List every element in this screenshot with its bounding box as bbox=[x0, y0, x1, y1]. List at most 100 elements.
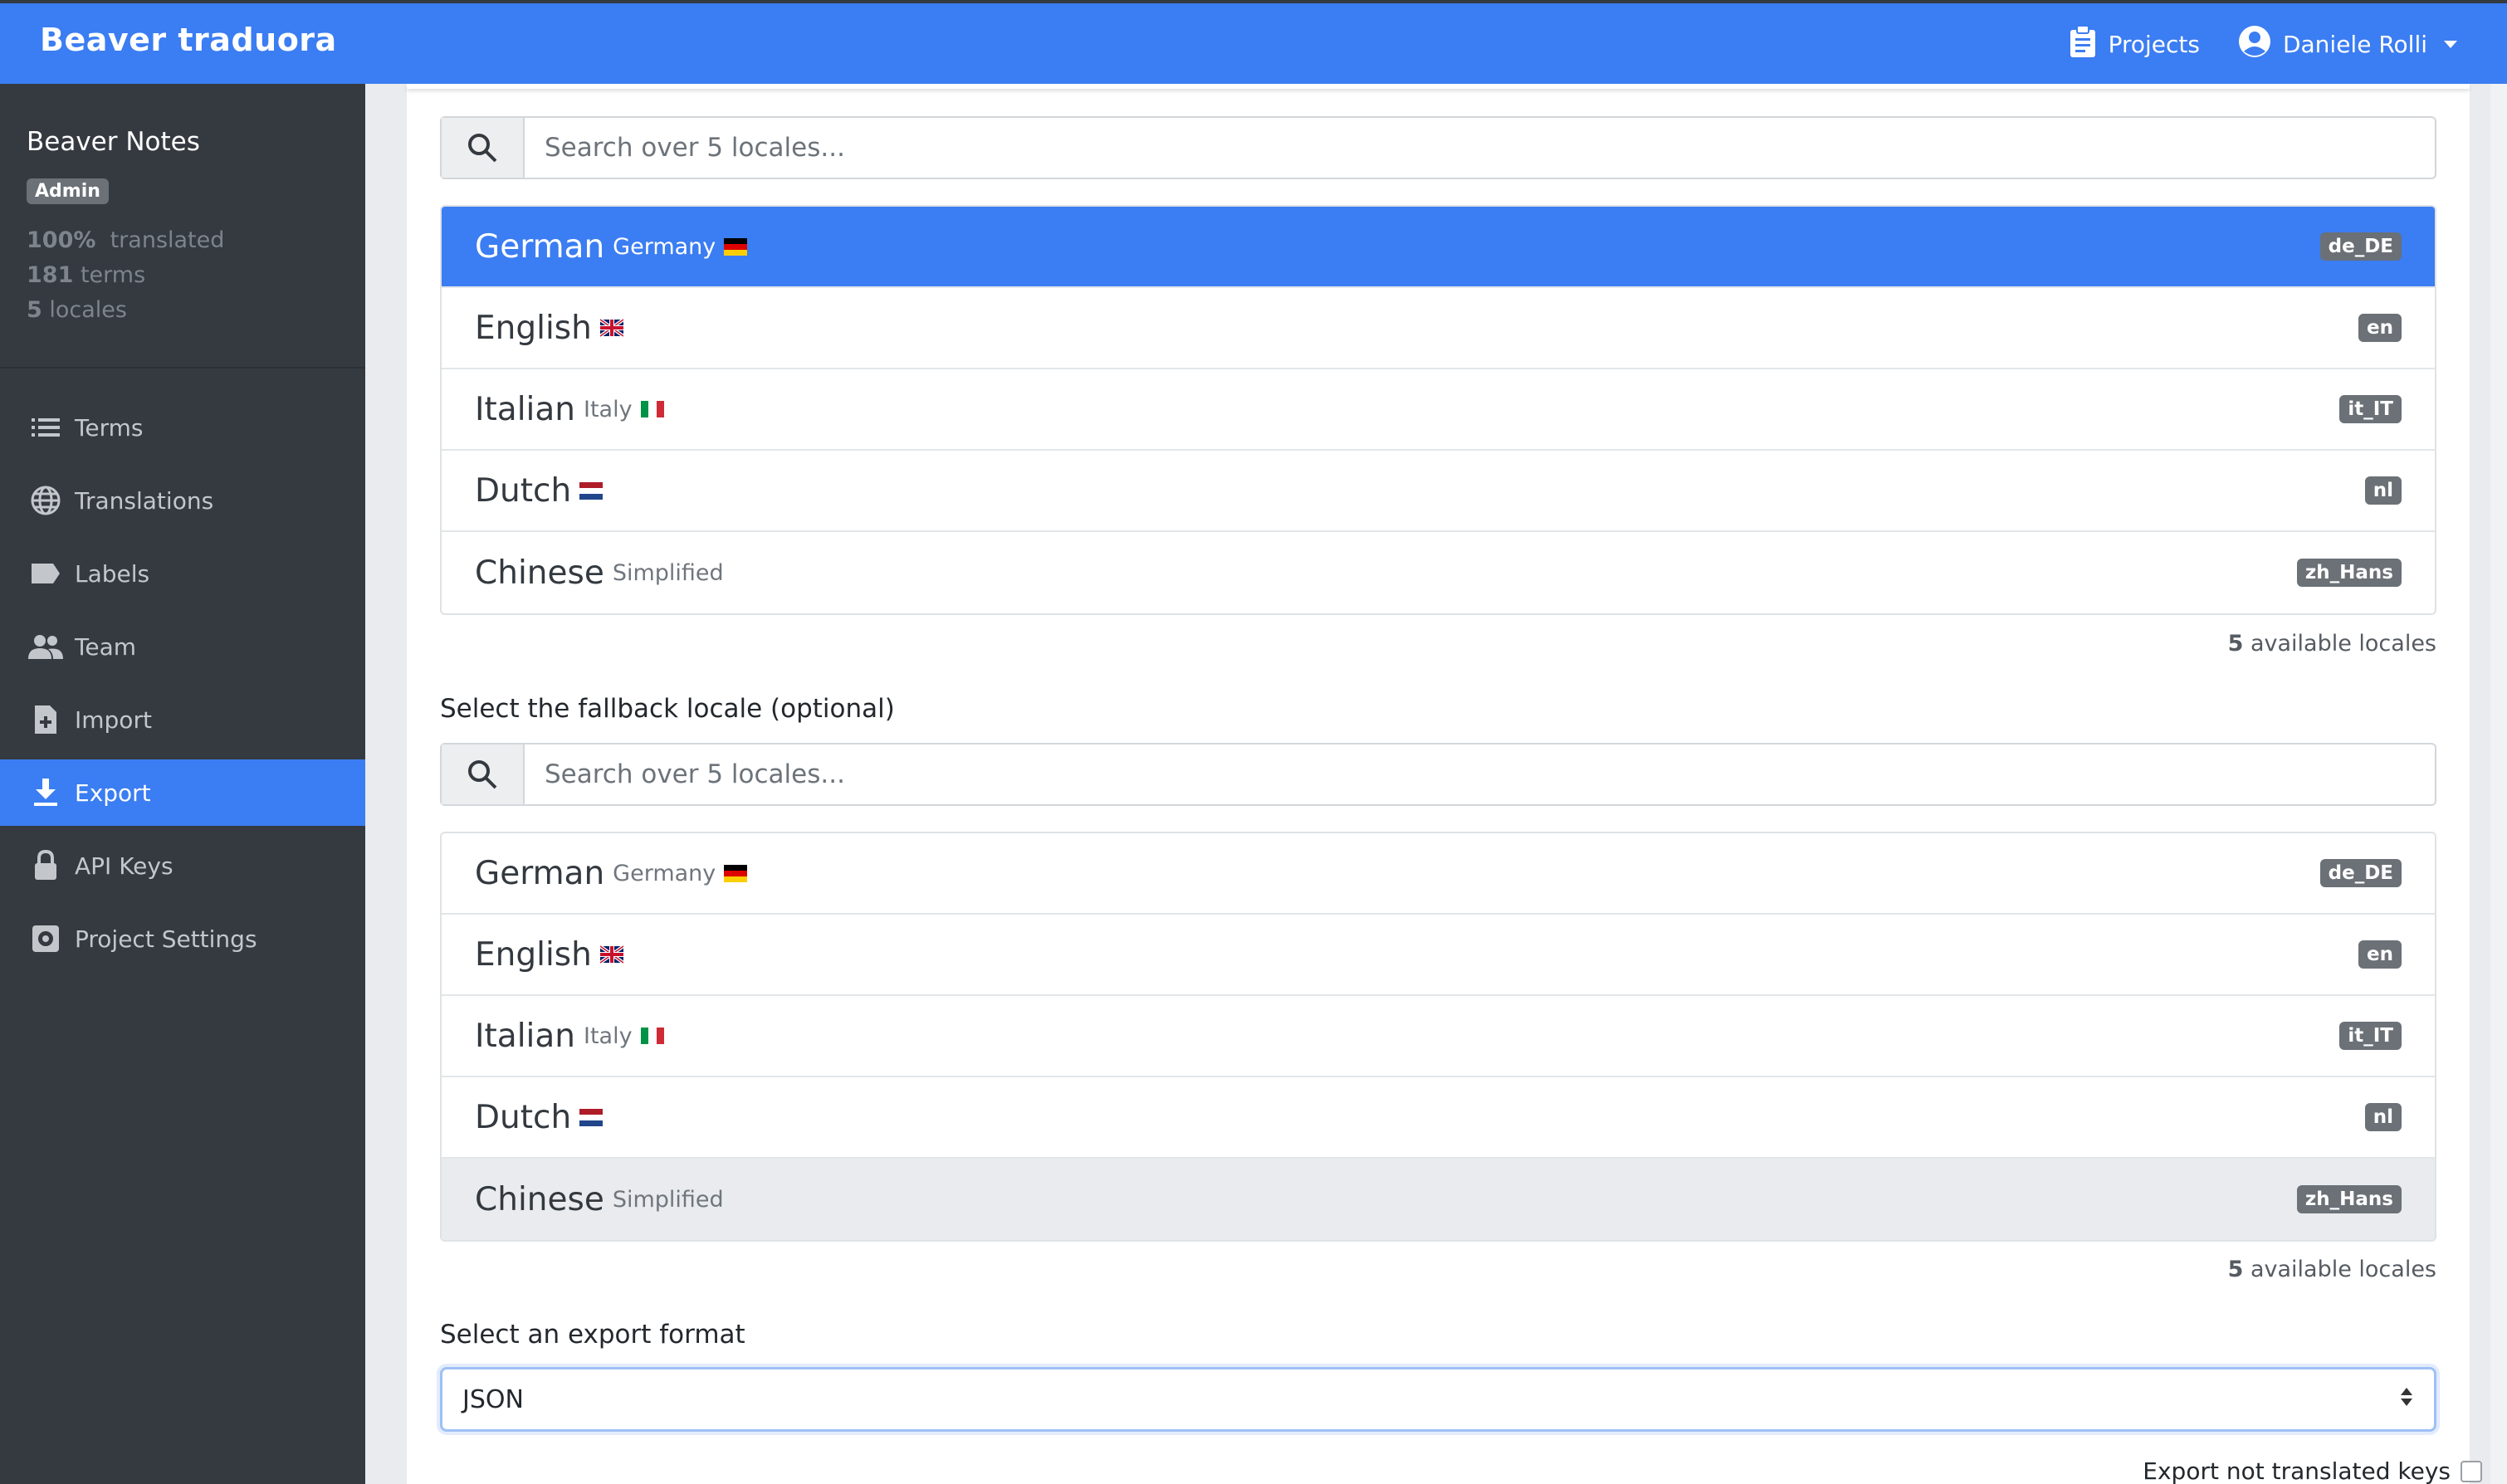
terms-value: 181 bbox=[27, 262, 74, 288]
fallback-row-nl[interactable]: Dutch nl bbox=[442, 1077, 2435, 1159]
fallback-available-count: 5 available locales bbox=[2228, 1257, 2436, 1282]
sidebar-item-label: Import bbox=[75, 705, 152, 734]
locale-region: Germany bbox=[613, 233, 716, 260]
sidebar-item-api-keys[interactable]: API Keys bbox=[0, 832, 365, 899]
sidebar-item-import[interactable]: Import bbox=[0, 686, 365, 753]
fallback-search-input[interactable] bbox=[525, 744, 2435, 804]
available-label: available locales bbox=[2250, 631, 2436, 657]
locale-code-badge: en bbox=[2358, 940, 2402, 969]
locale-region: Italy bbox=[583, 1023, 633, 1049]
nl-flag-icon bbox=[579, 1106, 604, 1129]
role-badge: Admin bbox=[27, 178, 109, 204]
locale-region: Simplified bbox=[612, 1186, 724, 1213]
people-icon bbox=[28, 629, 63, 664]
lock-icon bbox=[28, 848, 63, 883]
de-flag-icon bbox=[724, 862, 748, 885]
sidebar-item-label: Export bbox=[75, 779, 151, 807]
locale-row-zh-hans[interactable]: Chinese Simplified zh_Hans bbox=[442, 532, 2435, 613]
available-label: available locales bbox=[2250, 1257, 2436, 1282]
locale-code-badge: en bbox=[2358, 314, 2402, 342]
sidebar-item-export[interactable]: Export bbox=[0, 759, 365, 826]
locale-row-it-it[interactable]: Italian Italy it_IT bbox=[442, 369, 2435, 451]
sidebar-nav: Terms Translations Labels Team Import Ex… bbox=[0, 394, 365, 979]
locale-language: English bbox=[475, 935, 592, 974]
gb-flag-icon bbox=[599, 943, 624, 966]
top-navbar: Beaver traduora Projects Daniele Rolli bbox=[0, 0, 2507, 84]
locales-label: locales bbox=[49, 297, 127, 323]
locale-region: Italy bbox=[583, 396, 633, 422]
locale-language: Dutch bbox=[475, 1098, 572, 1136]
projects-link[interactable]: Projects bbox=[2069, 25, 2200, 64]
it-flag-icon bbox=[640, 398, 664, 421]
user-name: Daniele Rolli bbox=[2282, 31, 2427, 58]
sidebar: Beaver Notes Admin 100% translated 181 t… bbox=[0, 84, 365, 1484]
project-stats: 100% translated 181 terms 5 locales bbox=[27, 223, 224, 328]
locale-code-badge: nl bbox=[2364, 1103, 2402, 1131]
card-divider bbox=[407, 84, 2470, 89]
sidebar-item-label: API Keys bbox=[75, 852, 173, 880]
locale-language: German bbox=[475, 854, 605, 892]
sidebar-item-terms[interactable]: Terms bbox=[0, 394, 365, 461]
fallback-row-it-it[interactable]: Italian Italy it_IT bbox=[442, 996, 2435, 1077]
user-avatar-icon bbox=[2238, 25, 2271, 64]
locale-language: English bbox=[475, 309, 592, 347]
it-flag-icon bbox=[640, 1024, 664, 1047]
fallback-row-en[interactable]: English en bbox=[442, 915, 2435, 996]
gb-flag-icon bbox=[599, 316, 624, 339]
sidebar-item-team[interactable]: Team bbox=[0, 613, 365, 680]
fallback-row-de-de[interactable]: German Germany de_DE bbox=[442, 833, 2435, 915]
locale-region: Germany bbox=[613, 860, 716, 886]
fallback-locale-list: German Germany de_DE English en Italian … bbox=[440, 832, 2436, 1242]
top-right-menu: Projects Daniele Rolli bbox=[2069, 25, 2457, 64]
locale-region: Simplified bbox=[612, 559, 724, 586]
locale-code-badge: it_IT bbox=[2339, 395, 2402, 423]
tag-icon bbox=[28, 556, 63, 591]
projects-label: Projects bbox=[2108, 31, 2200, 58]
fallback-row-zh-hans[interactable]: Chinese Simplified zh_Hans bbox=[442, 1159, 2435, 1240]
locale-search-input[interactable] bbox=[525, 118, 2435, 178]
nl-flag-icon bbox=[579, 479, 604, 502]
export-untranslated-checkbox[interactable] bbox=[2461, 1460, 2482, 1482]
scrollbar[interactable] bbox=[2490, 84, 2507, 1484]
locale-language: Italian bbox=[475, 390, 575, 428]
terms-label: terms bbox=[80, 262, 146, 288]
export-untranslated-label: Export not translated keys bbox=[2143, 1457, 2451, 1484]
locale-language: Chinese bbox=[475, 1180, 604, 1218]
export-format-value: JSON bbox=[462, 1384, 524, 1414]
sidebar-item-project-settings[interactable]: Project Settings bbox=[0, 906, 365, 972]
globe-icon bbox=[28, 483, 63, 518]
list-icon bbox=[28, 410, 63, 445]
locale-language: Italian bbox=[475, 1017, 575, 1055]
locale-row-en[interactable]: English en bbox=[442, 288, 2435, 369]
sidebar-item-labels[interactable]: Labels bbox=[0, 540, 365, 607]
download-icon bbox=[28, 775, 63, 810]
locale-code-badge: zh_Hans bbox=[2296, 1185, 2402, 1213]
sidebar-item-label: Project Settings bbox=[75, 925, 257, 953]
available-locales-count: 5 available locales bbox=[2228, 631, 2436, 657]
sidebar-divider bbox=[0, 367, 365, 369]
select-arrows-icon bbox=[2401, 1388, 2412, 1406]
export-format-label: Select an export format bbox=[440, 1320, 745, 1350]
locale-search bbox=[440, 116, 2436, 179]
search-icon bbox=[442, 118, 525, 178]
brand-title[interactable]: Beaver traduora bbox=[40, 22, 337, 58]
export-format-select[interactable]: JSON bbox=[440, 1367, 2436, 1432]
search-icon bbox=[442, 744, 525, 804]
sidebar-item-translations[interactable]: Translations bbox=[0, 467, 365, 534]
locale-list: German Germany de_DE English en Italian … bbox=[440, 205, 2436, 615]
locale-row-nl[interactable]: Dutch nl bbox=[442, 451, 2435, 532]
de-flag-icon bbox=[724, 235, 748, 258]
locale-code-badge: de_DE bbox=[2319, 859, 2402, 887]
export-untranslated-option[interactable]: Export not translated keys bbox=[2143, 1457, 2482, 1484]
translated-label: translated bbox=[110, 227, 225, 253]
locale-language: Chinese bbox=[475, 554, 604, 592]
cog-icon bbox=[28, 921, 63, 956]
user-menu[interactable]: Daniele Rolli bbox=[2238, 25, 2457, 64]
locale-row-de-de[interactable]: German Germany de_DE bbox=[442, 207, 2435, 288]
sidebar-item-label: Translations bbox=[75, 486, 214, 515]
locale-code-badge: nl bbox=[2364, 476, 2402, 505]
fallback-locale-search bbox=[440, 743, 2436, 806]
chevron-down-icon bbox=[2444, 41, 2457, 48]
locales-value: 5 bbox=[27, 297, 42, 323]
locale-language: German bbox=[475, 227, 605, 266]
